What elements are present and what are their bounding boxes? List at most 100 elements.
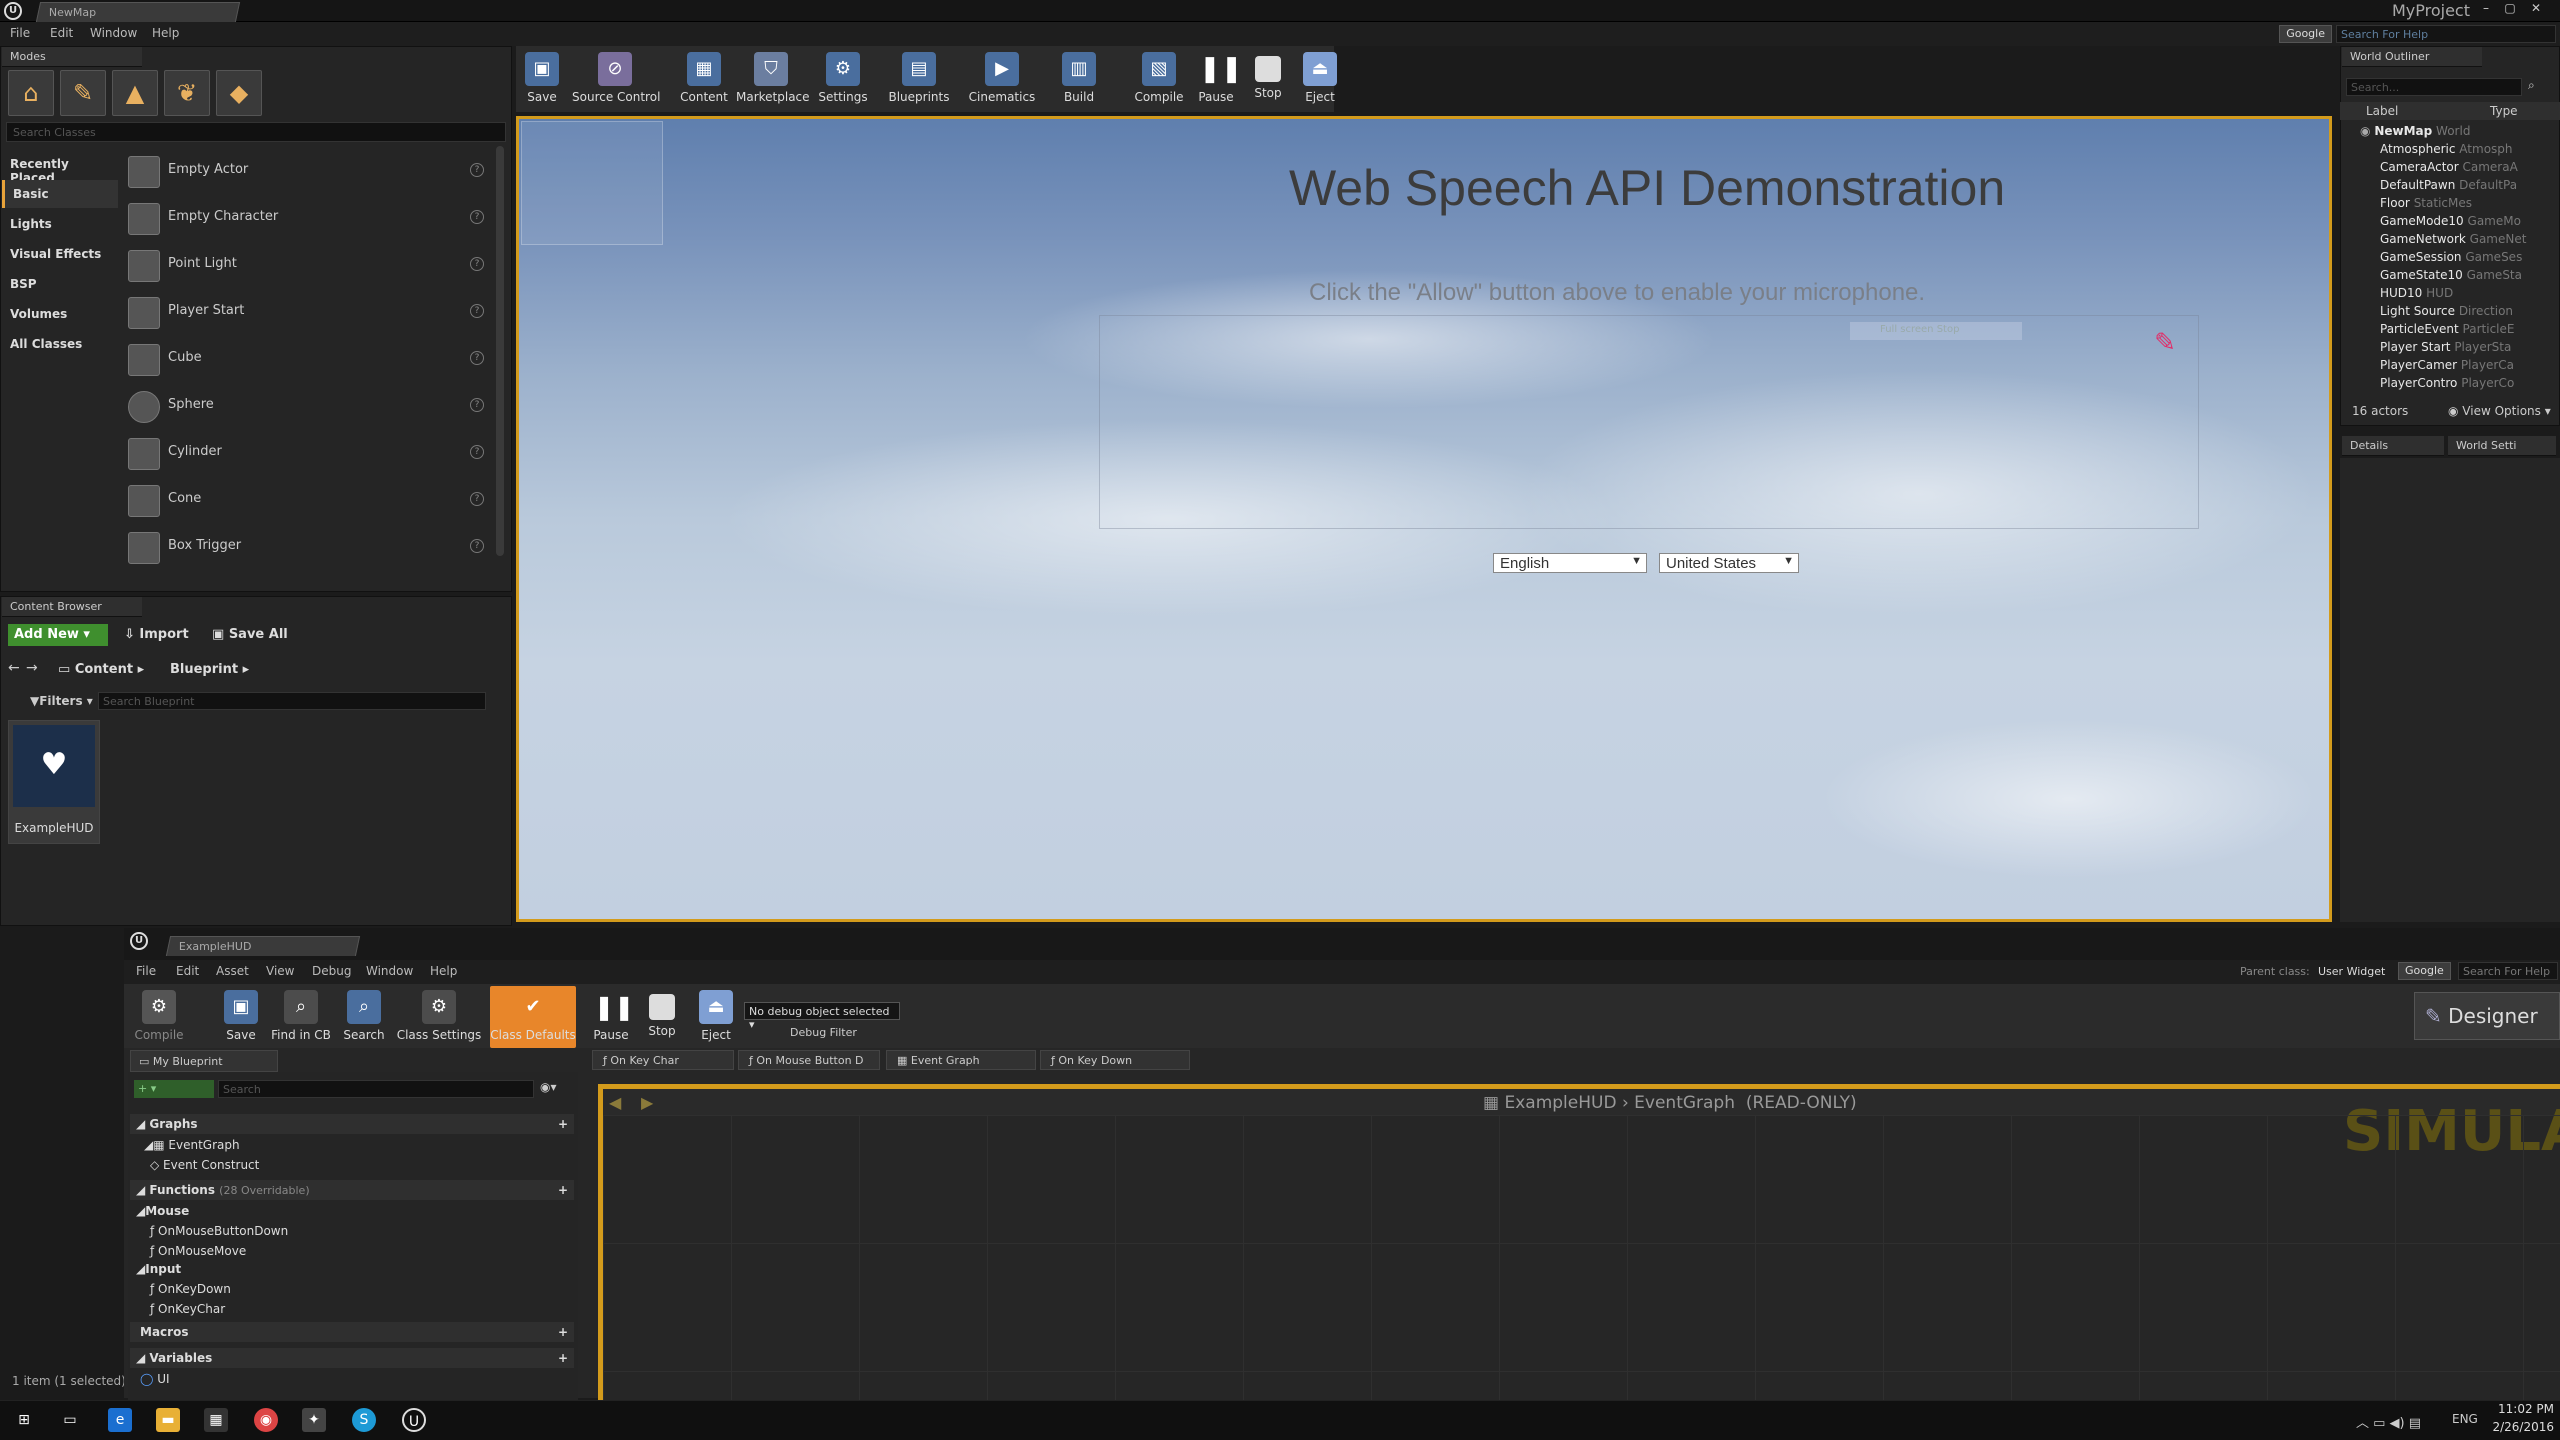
back-icon[interactable]: ← bbox=[8, 660, 20, 676]
start-icon[interactable]: ⊞ bbox=[12, 1408, 36, 1432]
place-item-empty-character[interactable]: Empty Character? bbox=[124, 197, 488, 241]
bp-compile-button[interactable]: ⚙ Compile bbox=[132, 986, 186, 1048]
breadcrumb-content[interactable]: ▭ Content ▸ bbox=[58, 662, 144, 677]
input-language[interactable]: ENG bbox=[2452, 1412, 2478, 1426]
place-item-box-trigger[interactable]: Box Trigger? bbox=[124, 526, 488, 570]
outliner-row[interactable]: Player Start PlayerSta bbox=[2380, 340, 2511, 358]
paint-mode-icon[interactable]: ✎ bbox=[60, 70, 106, 116]
help-icon[interactable]: ? bbox=[470, 257, 484, 271]
outliner-row[interactable]: PlayerContro PlayerCo bbox=[2380, 376, 2514, 394]
add-new-button[interactable]: Add New ▾ bbox=[8, 624, 108, 646]
file-explorer-icon[interactable]: ▬ bbox=[156, 1408, 180, 1432]
toolbar-pause-button[interactable]: ❚❚ Pause bbox=[1196, 48, 1242, 110]
help-icon[interactable]: ? bbox=[470, 351, 484, 365]
bp-menu-debug[interactable]: Debug bbox=[312, 964, 351, 978]
outliner-row[interactable]: GameSession GameSes bbox=[2380, 250, 2522, 268]
bp-menu-help[interactable]: Help bbox=[430, 964, 457, 978]
bp-find-in-cb-button[interactable]: ⌕ Find in CB bbox=[270, 986, 332, 1048]
landscape-mode-icon[interactable]: ▲ bbox=[112, 70, 158, 116]
category-all-classes[interactable]: All Classes bbox=[2, 330, 118, 358]
chrome-icon[interactable]: ◉ bbox=[254, 1408, 278, 1432]
on-key-char-item[interactable]: ƒ OnKeyChar bbox=[150, 1302, 225, 1316]
place-item-cone[interactable]: Cone? bbox=[124, 479, 488, 523]
variables-section[interactable]: ◢ Variables + bbox=[130, 1348, 574, 1368]
toolbar-settings-button[interactable]: ⚙ Settings bbox=[816, 48, 870, 110]
close-icon[interactable]: ✕ bbox=[2526, 1, 2546, 15]
place-item-cylinder[interactable]: Cylinder? bbox=[124, 432, 488, 476]
designer-mode-button[interactable]: ✎ Designer bbox=[2414, 992, 2560, 1040]
clock-time[interactable]: 11:02 PM bbox=[2490, 1402, 2554, 1416]
outliner-row[interactable]: CameraActor CameraA bbox=[2380, 160, 2518, 178]
search-classes-input[interactable]: Search Classes bbox=[6, 122, 506, 142]
outliner-search-input[interactable]: Search... bbox=[2346, 78, 2522, 96]
debug-object-dropdown[interactable]: No debug object selected ▾ bbox=[744, 1002, 900, 1031]
breadcrumb-blueprint[interactable]: Blueprint ▸ bbox=[170, 662, 249, 677]
bp-class-defaults-button[interactable]: ✔ Class Defaults bbox=[490, 986, 576, 1048]
variable-ui-item[interactable]: ◯ UI bbox=[140, 1372, 170, 1386]
toolbar-eject-button[interactable]: ⏏ Eject bbox=[1300, 48, 1340, 110]
dialect-select[interactable]: United States ▼ bbox=[1659, 553, 1799, 573]
event-graph-canvas[interactable]: ◀ ▶ ▦ ExampleHUD › EventGraph (READ-ONLY… bbox=[598, 1084, 2560, 1405]
category-lights[interactable]: Lights bbox=[2, 210, 118, 238]
bp-menu-edit[interactable]: Edit bbox=[176, 964, 199, 978]
toolbar-cinematics-button[interactable]: ▶ Cinematics bbox=[968, 48, 1036, 110]
outliner-row[interactable]: ParticleEvent ParticleE bbox=[2380, 322, 2514, 340]
help-icon[interactable]: ? bbox=[470, 304, 484, 318]
system-tray-icons[interactable]: ︿ ▭ ◀) ▤ bbox=[2356, 1412, 2421, 1431]
bp-menu-window[interactable]: Window bbox=[366, 964, 413, 978]
on-key-down-item[interactable]: ƒ OnKeyDown bbox=[150, 1282, 231, 1296]
category-bsp[interactable]: BSP bbox=[2, 270, 118, 298]
category-recently-placed[interactable]: Recently Placed bbox=[2, 150, 118, 185]
bp-menu-view[interactable]: View bbox=[266, 964, 294, 978]
event-graph-item[interactable]: ◢▦ EventGraph bbox=[144, 1138, 240, 1152]
level-viewport[interactable]: Web Speech API Demonstration Click the "… bbox=[516, 116, 2332, 922]
asset-tile-examplehud[interactable]: ♥ ExampleHUD bbox=[8, 720, 100, 844]
category-volumes[interactable]: Volumes bbox=[2, 300, 118, 328]
toolbar-source-control-button[interactable]: ⊘ Source Control bbox=[572, 48, 660, 110]
outliner-row[interactable]: ◉ NewMap World bbox=[2360, 124, 2470, 142]
toolbar-save-button[interactable]: ▣ Save bbox=[522, 48, 562, 110]
bp-eject-button[interactable]: ⏏ Eject bbox=[696, 986, 736, 1048]
place-item-player-start[interactable]: Player Start? bbox=[124, 291, 488, 335]
category-basic[interactable]: Basic bbox=[2, 180, 118, 208]
help-icon[interactable]: ? bbox=[470, 445, 484, 459]
help-icon[interactable]: ? bbox=[470, 210, 484, 224]
app-icon[interactable]: ✦ bbox=[302, 1408, 326, 1432]
outliner-row[interactable]: Light Source Direction bbox=[2380, 304, 2513, 322]
skype-icon[interactable]: S bbox=[352, 1408, 376, 1432]
bp-help-search[interactable]: Search For Help bbox=[2458, 962, 2558, 980]
outliner-row[interactable]: GameMode10 GameMo bbox=[2380, 214, 2521, 232]
menu-file[interactable]: File bbox=[10, 26, 30, 40]
outliner-row[interactable]: Atmospheric Atmosph bbox=[2380, 142, 2513, 160]
minimize-icon[interactable]: – bbox=[2476, 1, 2496, 15]
modes-tab[interactable]: Modes bbox=[2, 47, 142, 67]
language-select[interactable]: English ▼ bbox=[1493, 553, 1647, 573]
place-item-empty-actor[interactable]: Empty Actor? bbox=[124, 150, 488, 194]
menu-edit[interactable]: Edit bbox=[50, 26, 73, 40]
store-icon[interactable]: ▦ bbox=[204, 1408, 228, 1432]
help-icon[interactable]: ? bbox=[470, 492, 484, 506]
google-search-dropdown[interactable]: Google bbox=[2279, 25, 2332, 43]
toolbar-blueprints-button[interactable]: ▤ Blueprints bbox=[886, 48, 952, 110]
help-search-input[interactable]: Search For Help bbox=[2336, 25, 2556, 43]
geometry-mode-icon[interactable]: ◆ bbox=[216, 70, 262, 116]
help-icon[interactable]: ? bbox=[470, 539, 484, 553]
add-new-blueprint-button[interactable]: + ▾ bbox=[134, 1080, 214, 1098]
import-button[interactable]: ⇩ Import bbox=[124, 627, 189, 642]
graph-tab-on-key-char[interactable]: ƒ On Key Char bbox=[592, 1050, 734, 1070]
toolbar-content-button[interactable]: ▦ Content bbox=[680, 48, 728, 110]
parent-class-value[interactable]: User Widget bbox=[2318, 965, 2385, 978]
unreal-taskbar-icon[interactable]: U bbox=[402, 1408, 426, 1432]
event-construct-item[interactable]: ◇ Event Construct bbox=[150, 1158, 259, 1172]
save-all-button[interactable]: ▣ Save All bbox=[212, 627, 288, 642]
bp-search-button[interactable]: ⌕ Search bbox=[340, 986, 388, 1048]
menu-help[interactable]: Help bbox=[152, 26, 179, 40]
input-category[interactable]: ◢Input bbox=[136, 1262, 181, 1276]
outliner-row[interactable]: GameNetwork GameNet bbox=[2380, 232, 2526, 250]
bp-stop-button[interactable]: Stop bbox=[642, 986, 682, 1048]
menu-window[interactable]: Window bbox=[90, 26, 137, 40]
view-options-button[interactable]: ◉ View Options ▾ bbox=[2448, 404, 2551, 418]
foliage-mode-icon[interactable]: ❦ bbox=[164, 70, 210, 116]
clock-date[interactable]: 2/26/2016 bbox=[2490, 1420, 2554, 1434]
bp-doc-tab[interactable]: ExampleHUD bbox=[165, 936, 361, 956]
